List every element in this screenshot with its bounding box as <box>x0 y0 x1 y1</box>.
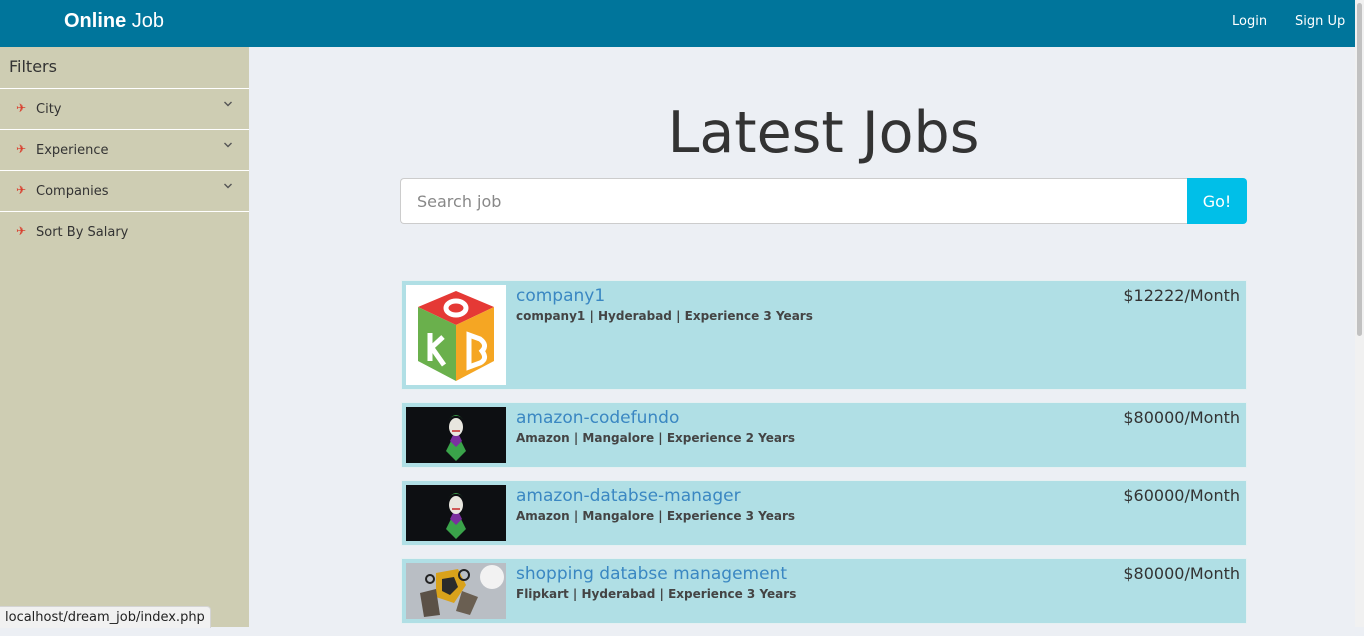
filter-label: City <box>36 102 62 117</box>
k2b-cube-logo[interactable] <box>406 285 506 385</box>
brand[interactable]: Online Job <box>64 10 164 33</box>
chevron-down-icon <box>224 101 232 107</box>
job-card[interactable]: company1 company1 | Hyderabad | Experien… <box>401 280 1247 390</box>
status-bar-url: localhost/dream_job/index.php <box>0 606 211 628</box>
page-scrollbar[interactable] <box>1355 0 1364 627</box>
search-input[interactable] <box>400 178 1187 224</box>
job-salary: $12222/Month <box>1123 286 1240 305</box>
job-title-link[interactable]: shopping databse management <box>516 564 787 584</box>
job-title-link[interactable]: company1 <box>516 286 605 306</box>
navbar: Online Job Login Sign Up <box>0 0 1355 47</box>
robot-logo[interactable] <box>406 563 506 619</box>
plane-icon: ✈ <box>16 142 27 156</box>
signup-link[interactable]: Sign Up <box>1295 14 1345 29</box>
joker-logo[interactable] <box>406 485 506 541</box>
filter-label: Sort By Salary <box>36 225 129 240</box>
joker-logo[interactable] <box>406 407 506 463</box>
filter-label: Experience <box>36 143 109 158</box>
filter-sort-by-salary[interactable]: ✈ Sort By Salary <box>0 212 249 252</box>
plane-icon: ✈ <box>16 101 27 115</box>
job-salary: $80000/Month <box>1123 564 1240 583</box>
brand-bold: Online <box>64 10 127 32</box>
job-card[interactable]: amazon-codefundo Amazon | Mangalore | Ex… <box>401 402 1247 468</box>
scrollbar-thumb[interactable] <box>1357 3 1362 336</box>
job-salary: $80000/Month <box>1123 408 1240 427</box>
job-meta: Flipkart | Hyderabad | Experience 3 Year… <box>516 587 797 601</box>
brand-rest: Job <box>131 10 165 32</box>
job-meta: company1 | Hyderabad | Experience 3 Year… <box>516 309 813 323</box>
filters-title: Filters <box>0 47 249 89</box>
job-card[interactable]: shopping databse management Flipkart | H… <box>401 558 1247 624</box>
plane-icon: ✈ <box>16 183 27 197</box>
job-salary: $60000/Month <box>1123 486 1240 505</box>
plane-icon: ✈ <box>16 224 27 238</box>
go-button[interactable]: Go! <box>1187 178 1247 224</box>
filter-city[interactable]: ✈ City <box>0 89 249 130</box>
login-link[interactable]: Login <box>1232 14 1267 29</box>
chevron-down-icon <box>224 142 232 148</box>
filter-experience[interactable]: ✈ Experience <box>0 130 249 171</box>
job-title-link[interactable]: amazon-codefundo <box>516 408 679 428</box>
chevron-down-icon <box>224 183 232 189</box>
job-list: company1 company1 | Hyderabad | Experien… <box>401 280 1247 636</box>
job-meta: Amazon | Mangalore | Experience 3 Years <box>516 509 796 523</box>
job-card[interactable]: amazon-databse-manager Amazon | Mangalor… <box>401 480 1247 546</box>
page-title: Latest Jobs <box>667 100 980 166</box>
job-title-link[interactable]: amazon-databse-manager <box>516 486 741 506</box>
job-meta: Amazon | Mangalore | Experience 2 Years <box>516 431 796 445</box>
filter-label: Companies <box>36 184 109 199</box>
filter-companies[interactable]: ✈ Companies <box>0 171 249 212</box>
filters-sidebar: Filters ✈ City ✈ Experience ✈ Companies … <box>0 47 249 627</box>
